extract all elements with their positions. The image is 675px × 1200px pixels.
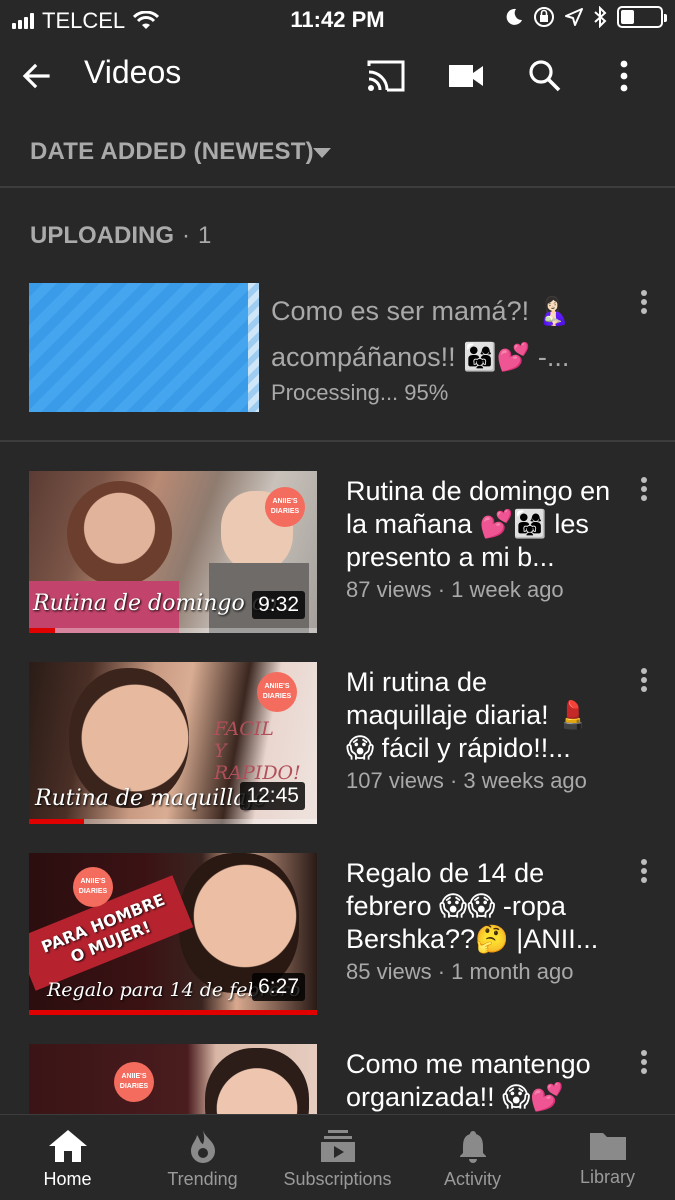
more-vertical-icon[interactable]: [633, 666, 655, 694]
video-item[interactable]: ANIIE'S DIARIES FACIL Y RAPIDO! Rutina d…: [0, 662, 675, 842]
video-thumbnail[interactable]: ANIIE'S DIARIES FACIL Y RAPIDO! Rutina d…: [29, 662, 317, 824]
bottom-nav: Home Trending Subscriptions Activity Lib…: [0, 1114, 675, 1200]
upload-thumbnail: [29, 283, 259, 412]
orientation-lock-icon: [534, 7, 554, 27]
upload-title: Como es ser mamá?! 🤱🏻 acompáñanos!! 👨‍👩‍…: [271, 296, 571, 372]
video-meta: 87 views · 1 week ago: [346, 577, 564, 602]
video-thumbnail[interactable]: PARA HOMBRE O MUJER! ANIIE'S DIARIES Reg…: [29, 853, 317, 1015]
upload-item[interactable]: Como es ser mamá?! 🤱🏻 acompáñanos!! 👨‍👩‍…: [0, 270, 675, 442]
location-icon: [565, 8, 583, 26]
video-item[interactable]: ANIIE'S DIARIES Como me mantengo organiz…: [0, 1044, 675, 1114]
home-icon: [48, 1130, 87, 1162]
uploading-count: 1: [198, 222, 212, 249]
uploading-label: UPLOADING: [30, 222, 174, 249]
thumbnail-side-text: FACIL Y RAPIDO!: [214, 718, 301, 784]
nav-library[interactable]: Library: [540, 1115, 675, 1200]
video-title[interactable]: Regalo de 14 de febrero 😱😱 -ropa Bershka…: [346, 857, 616, 956]
more-vertical-icon[interactable]: [633, 1048, 655, 1076]
page-title: Videos: [84, 54, 182, 90]
nav-activity[interactable]: Activity: [405, 1115, 540, 1200]
video-thumbnail[interactable]: ANIIE'S DIARIES: [29, 1044, 317, 1114]
upload-status: Processing... 95%: [271, 380, 449, 405]
channel-badge: ANIIE'S DIARIES: [265, 487, 305, 527]
uploading-header: UPLOADING · 1: [30, 222, 211, 250]
thumbnail-text: Rutina de maquillaje: [35, 786, 267, 811]
moon-icon: [506, 8, 522, 25]
more-vertical-icon[interactable]: [633, 288, 655, 316]
flame-icon: [190, 1130, 215, 1163]
video-thumbnail[interactable]: ANIIE'S DIARIES Rutina de domingo co... …: [29, 471, 317, 633]
more-vertical-icon[interactable]: [600, 52, 648, 100]
video-item[interactable]: ANIIE'S DIARIES Rutina de domingo co... …: [0, 471, 675, 651]
nav-label: Subscriptions: [283, 1169, 392, 1189]
camera-icon[interactable]: [442, 52, 490, 100]
nav-label: Library: [579, 1167, 636, 1187]
nav-label: Activity: [443, 1169, 501, 1189]
duration-badge: 12:45: [240, 782, 305, 810]
separator-dot: ·: [182, 222, 190, 249]
status-bar: TELCEL 11:42 PM: [0, 0, 675, 38]
caret-down-icon: [313, 148, 331, 158]
cast-icon[interactable]: [362, 52, 410, 100]
watch-progress-bar: [29, 628, 317, 633]
watch-progress-bar: [29, 819, 317, 824]
watch-progress-bar: [29, 1010, 317, 1015]
channel-badge: ANIIE'S DIARIES: [73, 867, 113, 907]
video-meta: 85 views · 1 month ago: [346, 959, 574, 984]
folder-icon: [589, 1133, 626, 1160]
back-arrow-icon[interactable]: [12, 52, 60, 100]
bluetooth-icon: [594, 6, 607, 28]
sort-label: DATE ADDED (NEWEST): [30, 138, 314, 165]
nav-label: Home: [43, 1169, 92, 1189]
video-title[interactable]: Como me mantengo organizada!! 😱💕: [346, 1048, 616, 1114]
subscriptions-icon: [320, 1130, 355, 1162]
search-icon[interactable]: [521, 52, 569, 100]
video-item[interactable]: PARA HOMBRE O MUJER! ANIIE'S DIARIES Reg…: [0, 853, 675, 1033]
nav-trending[interactable]: Trending: [135, 1115, 270, 1200]
channel-badge: ANIIE'S DIARIES: [114, 1062, 154, 1102]
sort-dropdown[interactable]: DATE ADDED (NEWEST): [0, 114, 675, 188]
video-title[interactable]: Rutina de domingo en la mañana 💕👨‍👩‍👧 le…: [346, 475, 616, 574]
duration-badge: 9:32: [252, 591, 305, 619]
app-header: Videos: [0, 38, 675, 114]
more-vertical-icon[interactable]: [633, 475, 655, 503]
video-meta: 107 views · 3 weeks ago: [346, 768, 587, 793]
nav-subscriptions[interactable]: Subscriptions: [270, 1115, 405, 1200]
bell-icon: [459, 1131, 486, 1163]
channel-badge: ANIIE'S DIARIES: [257, 672, 297, 712]
more-vertical-icon[interactable]: [633, 857, 655, 885]
nav-home[interactable]: Home: [0, 1115, 135, 1200]
battery-icon: [617, 6, 667, 28]
video-title[interactable]: Mi rutina de maquillaje diaria! 💄 😱 fáci…: [346, 666, 616, 765]
nav-label: Trending: [167, 1169, 238, 1189]
duration-badge: 6:27: [252, 973, 305, 1001]
